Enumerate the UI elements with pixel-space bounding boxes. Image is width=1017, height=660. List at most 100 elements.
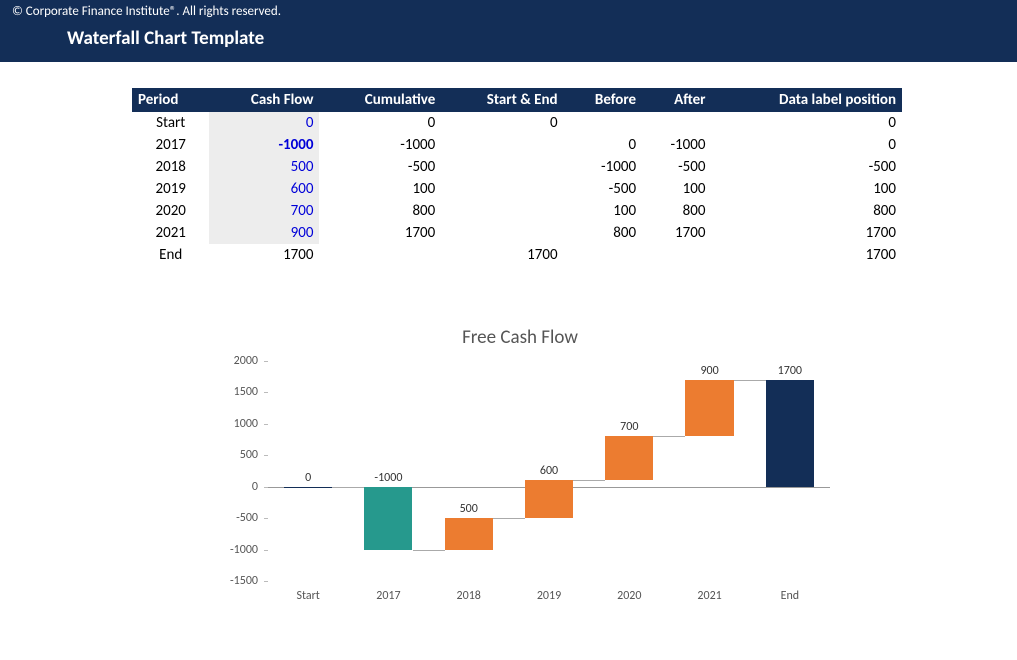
cell-cashflow[interactable]: 700: [209, 200, 319, 222]
waterfall-chart: -1500-1000-5000500100015002000 0-1000500…: [210, 361, 830, 611]
cell-startend: [441, 222, 563, 244]
x-axis: Start20172018201920202021End: [268, 583, 830, 611]
cell-labelpos: 0: [711, 134, 902, 156]
connector-line: [413, 550, 445, 551]
y-tick-label: 2000: [234, 354, 258, 368]
cell-startend: 1700: [441, 244, 563, 266]
cell-before: [564, 112, 642, 134]
cell-before: -1000: [564, 156, 642, 178]
table-header-row: Period Cash Flow Cumulative Start & End …: [132, 88, 902, 112]
table-row: 2020700800100800800: [132, 200, 902, 222]
cell-startend: [441, 134, 563, 156]
col-cumulative: Cumulative: [319, 88, 441, 112]
bar-total: [766, 380, 814, 487]
cell-before: [564, 244, 642, 266]
table-row: 2018500-500-1000-500-500: [132, 156, 902, 178]
connector-line: [573, 480, 605, 481]
cell-after: [642, 112, 711, 134]
y-axis: -1500-1000-5000500100015002000: [210, 361, 264, 581]
col-after: After: [642, 88, 711, 112]
cell-labelpos: 100: [711, 178, 902, 200]
cell-cashflow[interactable]: 900: [209, 222, 319, 244]
data-label: 700: [620, 420, 638, 434]
plot-area: 0 -1000 500 600 700 900 1700: [268, 361, 830, 581]
y-tick-label: 1500: [234, 385, 258, 399]
col-period: Period: [132, 88, 209, 112]
copyright-text: © Corporate Finance Institute®. All righ…: [12, 0, 1005, 19]
x-tick-label: 2020: [617, 589, 641, 603]
cell-startend: 0: [441, 112, 563, 134]
col-labelpos: Data label position: [711, 88, 902, 112]
cell-after: 1700: [642, 222, 711, 244]
col-before: Before: [564, 88, 642, 112]
data-label: 900: [700, 364, 718, 378]
header-banner: © Corporate Finance Institute®. All righ…: [0, 0, 1017, 62]
cell-before: 0: [564, 134, 642, 156]
cell-period: 2018: [132, 156, 209, 178]
cell-before: 800: [564, 222, 642, 244]
y-tick-label: -500: [236, 511, 258, 525]
table-row: 2019600100-500100100: [132, 178, 902, 200]
cell-labelpos: 1700: [711, 222, 902, 244]
cell-period: 2021: [132, 222, 209, 244]
cell-period: End: [132, 244, 209, 266]
chart-container: Free Cash Flow -1500-1000-50005001000150…: [210, 326, 830, 611]
y-tick-label: 500: [240, 448, 258, 462]
cell-startend: [441, 200, 563, 222]
data-label: 0: [305, 471, 311, 485]
cell-cumulative: 0: [319, 112, 441, 134]
cell-cashflow[interactable]: 500: [209, 156, 319, 178]
cell-cumulative: 100: [319, 178, 441, 200]
data-table: Period Cash Flow Cumulative Start & End …: [132, 88, 902, 266]
cell-after: -1000: [642, 134, 711, 156]
data-label: 600: [540, 464, 558, 478]
y-tick-label: 1000: [234, 417, 258, 431]
cell-cashflow[interactable]: 1700: [209, 244, 319, 266]
y-tick-label: 0: [252, 480, 258, 494]
col-startend: Start & End: [441, 88, 563, 112]
table-row: 2017-1000-10000-10000: [132, 134, 902, 156]
cell-period: 2020: [132, 200, 209, 222]
data-label: 500: [460, 502, 478, 516]
x-tick-label: 2017: [376, 589, 400, 603]
connector-line: [493, 518, 525, 519]
connector-line: [332, 487, 364, 488]
x-tick-label: Start: [296, 589, 319, 603]
page-title: Waterfall Chart Template: [67, 27, 1005, 50]
cell-labelpos: -500: [711, 156, 902, 178]
bar-increase: [685, 380, 733, 437]
cell-period: Start: [132, 112, 209, 134]
chart-title: Free Cash Flow: [210, 326, 830, 349]
cell-cumulative: -1000: [319, 134, 441, 156]
bar-total: [284, 487, 332, 488]
cell-before: -500: [564, 178, 642, 200]
cell-cumulative: -500: [319, 156, 441, 178]
table-row: End170017001700: [132, 244, 902, 266]
cell-before: 100: [564, 200, 642, 222]
cell-startend: [441, 178, 563, 200]
data-label: -1000: [374, 471, 402, 485]
cell-labelpos: 800: [711, 200, 902, 222]
table-row: Start0000: [132, 112, 902, 134]
connector-line: [734, 380, 766, 381]
bar-increase: [605, 436, 653, 480]
cell-cashflow[interactable]: 600: [209, 178, 319, 200]
cell-cumulative: [319, 244, 441, 266]
cell-cashflow[interactable]: 0: [209, 112, 319, 134]
bar-increase: [445, 518, 493, 549]
bar-decrease: [364, 487, 412, 550]
connector-line: [653, 436, 685, 437]
cell-labelpos: 0: [711, 112, 902, 134]
data-label: 1700: [778, 364, 802, 378]
x-tick-label: 2018: [457, 589, 481, 603]
cell-after: [642, 244, 711, 266]
cell-after: 800: [642, 200, 711, 222]
cell-after: 100: [642, 178, 711, 200]
cell-cumulative: 1700: [319, 222, 441, 244]
col-cashflow: Cash Flow: [209, 88, 319, 112]
cell-period: 2017: [132, 134, 209, 156]
cell-cashflow[interactable]: -1000: [209, 134, 319, 156]
x-tick-label: 2019: [537, 589, 561, 603]
cell-after: -500: [642, 156, 711, 178]
table-row: 2021900170080017001700: [132, 222, 902, 244]
